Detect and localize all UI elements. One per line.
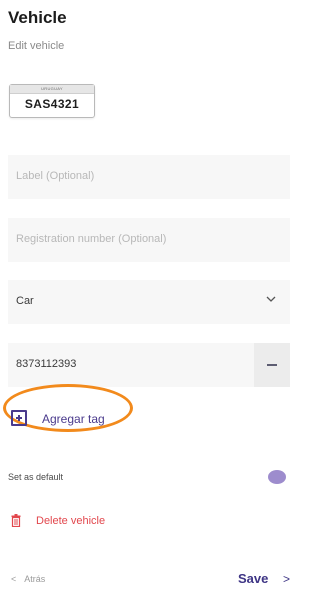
label-field-placeholder: Label (Optional) (16, 170, 95, 182)
chevron-right-icon[interactable]: > (283, 572, 290, 586)
license-plate-image: URUGUAY SAS4321 (9, 84, 95, 118)
save-button[interactable]: Save (238, 571, 268, 586)
set-default-label: Set as default (8, 472, 64, 482)
registration-field-placeholder: Registration number (Optional) (16, 233, 167, 245)
chevron-down-icon (266, 296, 276, 302)
vehicle-type-value: Car (16, 295, 34, 307)
tag-field[interactable]: 8373112393 (8, 343, 290, 387)
registration-number-field[interactable]: Registration number (Optional) (8, 218, 290, 262)
delete-vehicle-label: Delete vehicle (36, 515, 106, 527)
back-label: Atrás (24, 574, 46, 584)
chevron-left-icon: < (11, 574, 17, 584)
label-field[interactable]: Label (Optional) (8, 155, 290, 199)
tag-value: 8373112393 (16, 358, 77, 370)
plate-country-label: URUGUAY (41, 86, 63, 91)
trash-icon (11, 514, 21, 527)
plate-number: SAS4321 (24, 97, 80, 111)
set-default-toggle[interactable] (268, 470, 286, 484)
add-tag-label: Agregar tag (42, 412, 105, 426)
minus-icon (267, 364, 277, 366)
back-button[interactable]: < Atrás (11, 574, 45, 584)
page-subtitle: Edit vehicle (8, 40, 65, 52)
remove-tag-button[interactable] (254, 343, 290, 387)
vehicle-type-select[interactable]: Car (8, 280, 290, 324)
plus-square-icon (11, 410, 27, 426)
page-title: Vehicle (8, 8, 67, 27)
